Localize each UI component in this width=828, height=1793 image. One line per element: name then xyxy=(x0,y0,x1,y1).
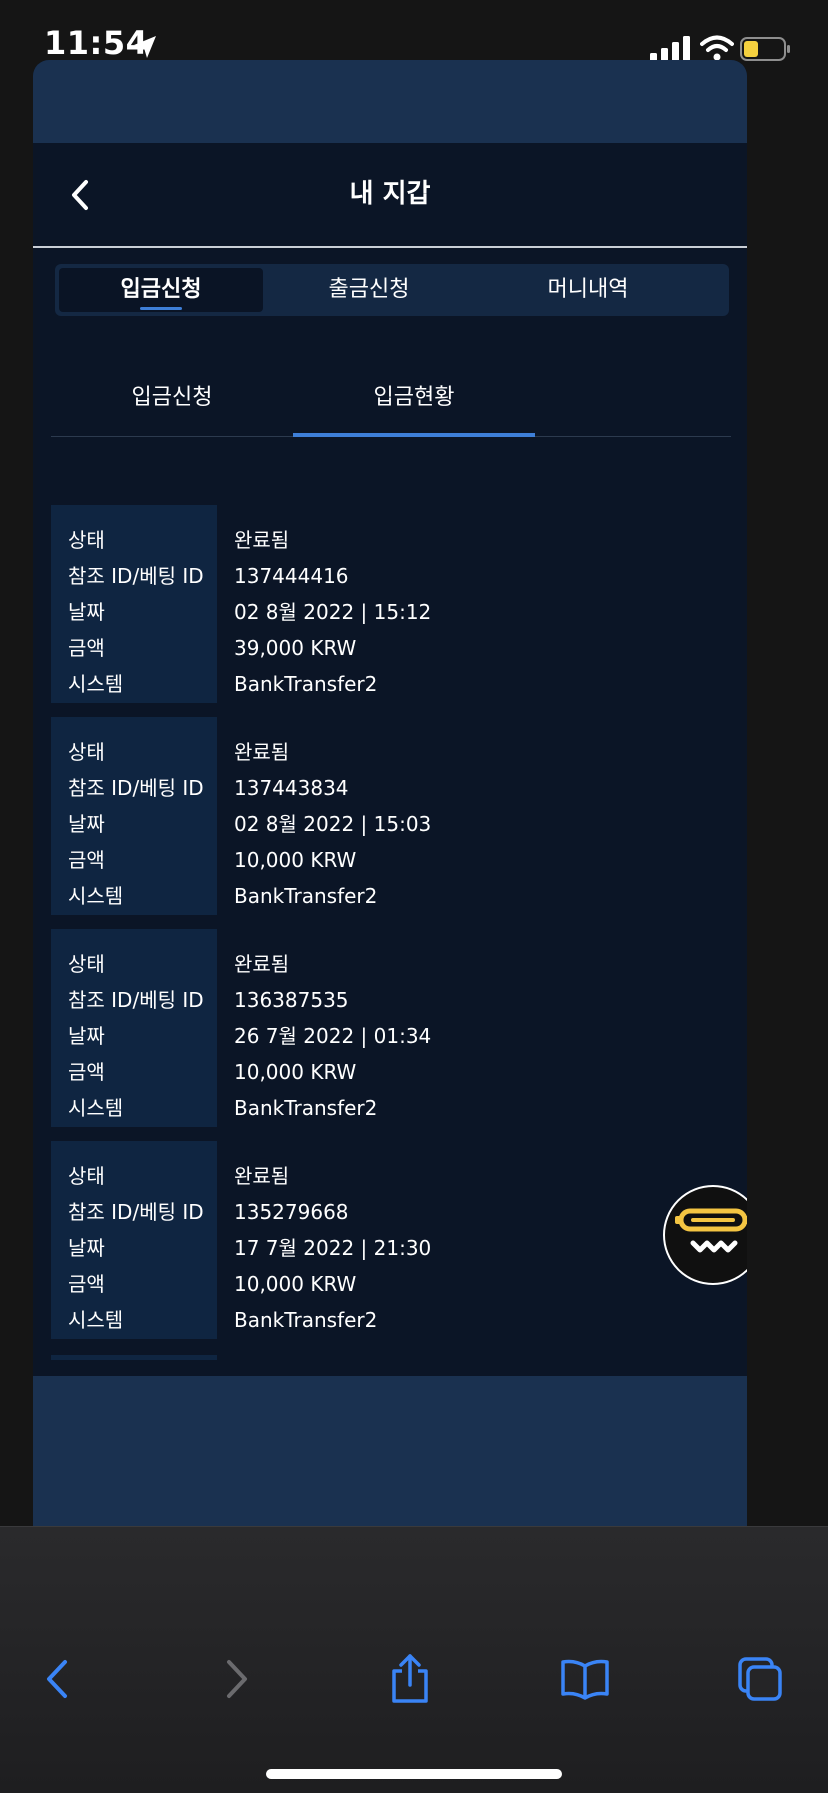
date-label: 날짜 xyxy=(68,812,105,836)
status-bar: 11:54 xyxy=(0,0,828,62)
system-value: BankTransfer2 xyxy=(234,884,378,908)
date-value: 02 8월 2022 | 15:12 xyxy=(234,600,432,624)
signal-bars-icon xyxy=(650,36,690,61)
tab-active-underline xyxy=(140,307,182,310)
ref-id-label: 참조 ID/베팅 ID xyxy=(68,1200,204,1224)
deposit-record: 상태 참조 ID/베팅 ID 날짜 금액 시스템 완료됨 137444416 0… xyxy=(51,505,731,703)
top-banner xyxy=(33,60,747,143)
system-value: BankTransfer2 xyxy=(234,1308,378,1332)
ref-id-label: 참조 ID/베팅 ID xyxy=(68,776,204,800)
status-value: 완료됨 xyxy=(234,528,290,552)
amount-value: 10,000 KRW xyxy=(234,848,357,872)
date-label: 날짜 xyxy=(68,600,105,624)
tab-withdraw-request[interactable]: 출금신청 xyxy=(267,268,471,312)
chat-support-icon xyxy=(675,1208,747,1253)
back-arrow-icon xyxy=(47,1660,67,1698)
main-tabs: 입금신청 출금신청 머니내역 xyxy=(55,264,729,316)
page-title: 내 지갑 xyxy=(349,179,431,209)
date-value: 26 7월 2022 | 01:34 xyxy=(234,1024,432,1048)
share-button[interactable] xyxy=(380,1649,440,1709)
amount-label: 금액 xyxy=(68,848,105,872)
ref-id-label: 참조 ID/베팅 ID xyxy=(68,988,204,1012)
ref-id-value: 137444416 xyxy=(234,564,349,588)
wifi-icon xyxy=(700,35,734,61)
home-indicator xyxy=(266,1769,562,1779)
ref-id-value: 135279668 xyxy=(234,1200,349,1224)
system-label: 시스템 xyxy=(68,672,124,696)
tabs-icon xyxy=(738,1657,782,1701)
browser-back-button[interactable] xyxy=(28,1649,88,1709)
chevron-left-icon xyxy=(72,180,88,210)
ref-id-label: 참조 ID/베팅 ID xyxy=(68,564,204,588)
system-label: 시스템 xyxy=(68,1308,124,1332)
amount-value: 39,000 KRW xyxy=(234,636,357,660)
subtab-active-indicator xyxy=(293,433,535,437)
date-label: 날짜 xyxy=(68,1024,105,1048)
amount-label: 금액 xyxy=(68,1272,105,1296)
status-label: 상태 xyxy=(68,1164,105,1188)
forward-arrow-icon xyxy=(227,1660,247,1698)
tab-deposit-request[interactable]: 입금신청 xyxy=(59,268,263,312)
date-label: 날짜 xyxy=(68,1236,105,1260)
amount-value: 10,000 KRW xyxy=(234,1060,357,1084)
date-value: 02 8월 2022 | 15:03 xyxy=(234,812,432,836)
amount-label: 금액 xyxy=(68,636,105,660)
status-label: 상태 xyxy=(68,528,105,552)
header: 내 지갑 xyxy=(33,143,747,248)
status-value: 완료됨 xyxy=(234,1164,290,1188)
share-icon xyxy=(392,1654,428,1703)
amount-value: 10,000 KRW xyxy=(234,1272,357,1296)
subtab-deposit-request[interactable]: 입금신청 xyxy=(51,360,293,436)
ref-id-value: 137443834 xyxy=(234,776,349,800)
location-arrow-icon xyxy=(134,36,156,58)
system-value: BankTransfer2 xyxy=(234,1096,378,1120)
battery-icon xyxy=(740,37,790,61)
tab-label: 입금신청 xyxy=(120,277,202,302)
tab-label: 머니내역 xyxy=(547,277,629,302)
system-label: 시스템 xyxy=(68,884,124,908)
record-partial xyxy=(51,1355,217,1360)
browser-toolbar xyxy=(0,1526,828,1793)
back-button[interactable] xyxy=(55,165,107,225)
system-label: 시스템 xyxy=(68,1096,124,1120)
tab-money-history[interactable]: 머니내역 xyxy=(475,268,701,312)
subtab-label: 입금신청 xyxy=(131,385,213,410)
deposit-record: 상태 참조 ID/베팅 ID 날짜 금액 시스템 완료됨 135279668 1… xyxy=(51,1141,731,1339)
subtab-deposit-status[interactable]: 입금현황 xyxy=(293,360,535,437)
tabs-button[interactable] xyxy=(730,1649,790,1709)
bookmarks-icon xyxy=(561,1659,609,1700)
deposit-record: 상태 참조 ID/베팅 ID 날짜 금액 시스템 완료됨 136387535 2… xyxy=(51,929,731,1127)
subtab-label: 입금현황 xyxy=(373,385,455,410)
browser-forward-button[interactable] xyxy=(206,1649,266,1709)
tab-label: 출금신청 xyxy=(328,277,410,302)
status-label: 상태 xyxy=(68,952,105,976)
ref-id-value: 136387535 xyxy=(234,988,349,1012)
system-value: BankTransfer2 xyxy=(234,672,378,696)
app-window: 내 지갑 입금신청 출금신청 머니내역 입금신청 입금현황 상태 참조 ID/베… xyxy=(33,60,747,1526)
sub-tabs: 입금신청 입금현황 xyxy=(51,360,731,437)
status-value: 완료됨 xyxy=(234,952,290,976)
date-value: 17 7월 2022 | 21:30 xyxy=(234,1236,432,1260)
deposit-records-list: 상태 참조 ID/베팅 ID 날짜 금액 시스템 완료됨 137444416 0… xyxy=(51,505,731,1353)
deposit-record: 상태 참조 ID/베팅 ID 날짜 금액 시스템 완료됨 137443834 0… xyxy=(51,717,731,915)
bottom-banner xyxy=(33,1376,747,1526)
amount-label: 금액 xyxy=(68,1060,105,1084)
status-label: 상태 xyxy=(68,740,105,764)
status-value: 완료됨 xyxy=(234,740,290,764)
bookmarks-button[interactable] xyxy=(555,1649,615,1709)
